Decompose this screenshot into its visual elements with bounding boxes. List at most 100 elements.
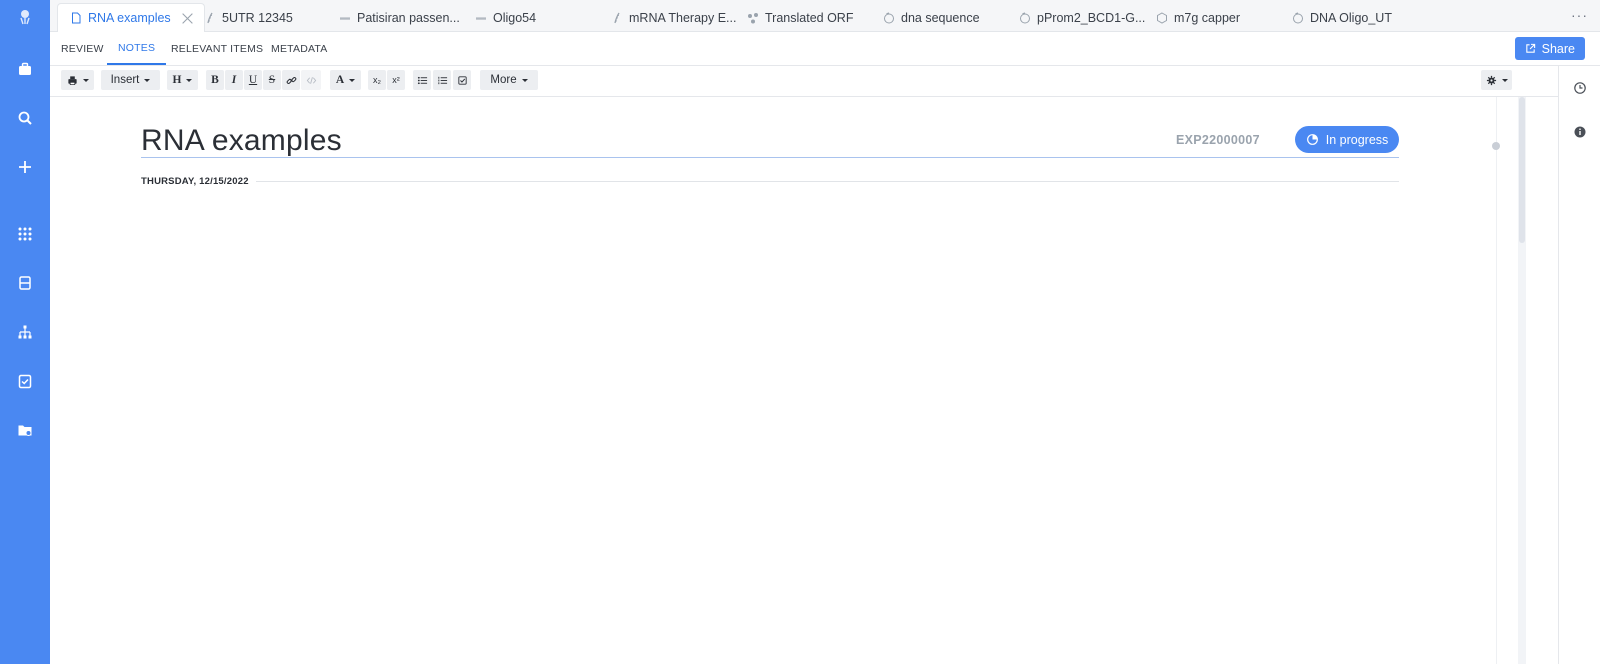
- more-tabs-icon[interactable]: ···: [1571, 7, 1588, 23]
- title-underline: [141, 157, 1399, 158]
- superscript-button[interactable]: x²: [387, 70, 405, 90]
- more-label: More: [490, 74, 517, 86]
- scrollbar-thumb[interactable]: [1519, 97, 1525, 243]
- history-icon[interactable]: [1573, 81, 1587, 95]
- tab-label: DNA Oligo_UT: [1310, 10, 1392, 25]
- tasks-icon[interactable]: [0, 366, 50, 396]
- info-icon[interactable]: [1573, 125, 1587, 139]
- page-title[interactable]: RNA examples: [141, 124, 342, 158]
- tab-dna-oligo-ut[interactable]: DNA Oligo_UT: [1292, 3, 1392, 32]
- plus-icon[interactable]: [0, 152, 50, 182]
- oligo-icon: [476, 16, 486, 19]
- editor-canvas[interactable]: [50, 97, 1526, 664]
- font-color-dropdown[interactable]: A: [330, 70, 361, 90]
- margin-divider: [1496, 97, 1497, 664]
- tab-label: Translated ORF: [765, 10, 854, 25]
- insert-dropdown[interactable]: Insert: [101, 70, 160, 90]
- apps-grid-icon[interactable]: [0, 219, 50, 249]
- hierarchy-icon[interactable]: [0, 317, 50, 347]
- numbered-list-button[interactable]: [433, 70, 451, 90]
- document-icon: [72, 12, 81, 24]
- checklist-icon: [457, 75, 467, 85]
- briefcase-icon[interactable]: [0, 54, 50, 84]
- heading-dropdown[interactable]: H: [167, 70, 198, 90]
- numbered-list-icon: [437, 76, 447, 84]
- sub-navigation: REVIEW NOTES RELEVANT ITEMS METADATA Sha…: [50, 32, 1600, 66]
- external-link-icon: [1525, 43, 1535, 53]
- insert-label: Insert: [110, 74, 140, 86]
- tab-relevant-items[interactable]: RELEVANT ITEMS: [171, 32, 263, 65]
- tab-pprom2[interactable]: pProm2_BCD1-G...: [1019, 3, 1145, 32]
- tab-m7g-capper[interactable]: m7g capper: [1156, 3, 1240, 32]
- tab-mrna-therapy[interactable]: mRNA Therapy E...: [611, 3, 736, 32]
- tab-rna-examples[interactable]: RNA examples: [57, 3, 205, 32]
- logo-icon[interactable]: [0, 2, 50, 32]
- chevron-down-icon: [521, 78, 528, 82]
- printer-icon: [67, 75, 77, 85]
- tab-label: RNA examples: [88, 11, 171, 25]
- tab-label: Oligo54: [493, 10, 537, 25]
- heading-label: H: [172, 74, 182, 86]
- status-badge[interactable]: In progress: [1295, 126, 1399, 153]
- settings-dropdown[interactable]: [1481, 70, 1512, 90]
- date-divider: [256, 181, 1399, 182]
- tab-label: m7g capper: [1174, 10, 1241, 25]
- checklist-button[interactable]: [453, 70, 471, 90]
- app-window: RNA examples 5UTR 12345 Patisiran passen…: [0, 0, 1600, 664]
- tab-patisiran[interactable]: Patisiran passen...: [339, 3, 460, 32]
- tab-label: 5UTR 12345: [222, 10, 293, 25]
- left-rail: [0, 0, 50, 664]
- experiment-id: EXP22000007: [1176, 133, 1260, 147]
- share-label: Share: [1541, 41, 1575, 56]
- right-rail: [1558, 66, 1600, 664]
- code-icon: [306, 76, 316, 84]
- underline-button[interactable]: U: [244, 70, 262, 90]
- close-icon[interactable]: [181, 12, 194, 25]
- tab-notes[interactable]: NOTES: [107, 32, 167, 65]
- rna-icon: [207, 12, 213, 23]
- print-button[interactable]: [61, 70, 94, 90]
- comment-marker[interactable]: [1492, 142, 1500, 150]
- tab-oligo54[interactable]: Oligo54: [475, 3, 536, 32]
- rna-icon: [614, 12, 620, 23]
- molecule-icon: [748, 12, 758, 23]
- tab-metadata[interactable]: METADATA: [271, 32, 327, 65]
- code-button[interactable]: [301, 70, 321, 90]
- tab-translated-orf[interactable]: Translated ORF: [747, 3, 853, 32]
- tab-label: mRNA Therapy E...: [629, 10, 737, 25]
- gear-icon: [1486, 75, 1496, 85]
- oligo-icon: [340, 16, 350, 19]
- plasmid-icon: [1293, 11, 1303, 23]
- bullet-list-icon: [417, 76, 427, 84]
- subscript-button[interactable]: x₂: [368, 70, 386, 90]
- hexagon-icon: [1157, 11, 1167, 24]
- tab-5utr[interactable]: 5UTR 12345: [204, 3, 293, 32]
- search-icon[interactable]: [0, 103, 50, 133]
- chevron-down-icon: [349, 78, 356, 82]
- inventory-icon[interactable]: [0, 268, 50, 298]
- tab-label: pProm2_BCD1-G...: [1037, 10, 1146, 25]
- font-color-label: A: [335, 74, 345, 86]
- link-button[interactable]: [282, 70, 300, 90]
- chevron-down-icon: [82, 78, 89, 82]
- chevron-down-icon: [144, 78, 151, 82]
- more-dropdown[interactable]: More: [480, 70, 538, 90]
- plasmid-icon: [884, 11, 894, 23]
- folder-icon[interactable]: [0, 415, 50, 445]
- chevron-down-icon: [1501, 78, 1508, 82]
- tab-label: Patisiran passen...: [357, 10, 460, 25]
- progress-clock-icon: [1306, 134, 1318, 145]
- tab-dna-sequence[interactable]: dna sequence: [883, 3, 980, 32]
- tab-label: dna sequence: [901, 10, 980, 25]
- entry-date: THURSDAY, 12/15/2022: [141, 176, 249, 187]
- strikethrough-button[interactable]: S: [263, 70, 281, 90]
- plasmid-icon: [1020, 11, 1030, 23]
- tab-review[interactable]: REVIEW: [61, 32, 104, 65]
- editor-toolbar: Insert H B I U S A x₂ x² More: [50, 66, 1558, 97]
- link-icon: [286, 76, 296, 84]
- bold-button[interactable]: B: [206, 70, 224, 90]
- tab-bar: RNA examples 5UTR 12345 Patisiran passen…: [50, 0, 1600, 32]
- italic-button[interactable]: I: [225, 70, 243, 90]
- share-button[interactable]: Share: [1514, 37, 1585, 60]
- bullet-list-button[interactable]: [413, 70, 431, 90]
